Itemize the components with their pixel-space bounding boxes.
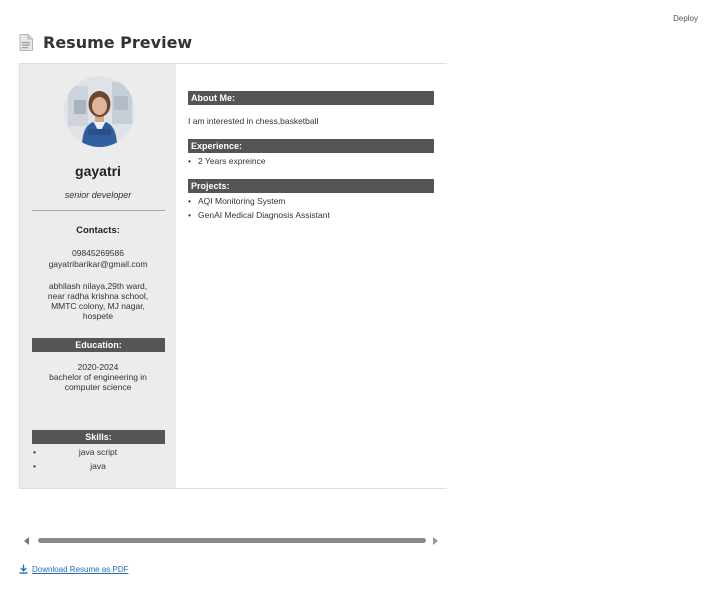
scroll-left-arrow-icon[interactable] <box>24 537 29 545</box>
download-icon <box>19 564 28 574</box>
skill-label: java <box>90 461 106 471</box>
page-title: Resume Preview <box>43 33 193 52</box>
contact-address-line: near radha krishna school, <box>47 291 149 301</box>
bullet: • <box>188 156 191 166</box>
project-label: AQI Monitoring System <box>198 196 286 206</box>
project-item: • AQI Monitoring System <box>188 196 285 206</box>
education-degree-line: bachelor of engineering in <box>49 372 147 382</box>
skill-label: java script <box>78 447 118 457</box>
page-header: Resume Preview <box>19 33 192 52</box>
resume-role: senior developer <box>64 190 132 200</box>
education-years: 2020-2024 <box>77 362 119 372</box>
horizontal-scrollbar[interactable] <box>20 536 440 546</box>
document-icon <box>19 34 33 51</box>
skill-item: • java <box>20 461 176 472</box>
resume-frame[interactable]: gayatri senior developer Contacts: 09845… <box>19 63 447 489</box>
resume-sidebar: gayatri senior developer Contacts: 09845… <box>20 64 176 488</box>
scrollbar-thumb[interactable] <box>38 538 426 543</box>
project-item: • GenAI Medical Diagnosis Assistant <box>188 210 330 220</box>
contact-phone: 09845269586 <box>71 248 124 258</box>
skill-item: • java script <box>20 447 176 458</box>
contacts-heading: Contacts: <box>76 225 120 236</box>
skills-heading: Skills: <box>32 430 165 444</box>
education-heading: Education: <box>32 338 165 352</box>
project-label: GenAI Medical Diagnosis Assistant <box>198 210 330 220</box>
experience-heading: Experience: <box>188 139 434 153</box>
download-resume-label[interactable]: Download Resume as PDF <box>32 565 128 574</box>
bullet: • <box>188 196 191 206</box>
about-heading: About Me: <box>188 91 434 105</box>
contact-email: gayatribarikar@gmail.com <box>48 259 148 269</box>
avatar <box>64 76 135 147</box>
resume-name: gayatri <box>75 163 121 179</box>
deploy-button[interactable]: Deploy <box>673 14 698 23</box>
sidebar-divider <box>32 210 165 211</box>
scroll-right-arrow-icon[interactable] <box>433 537 438 545</box>
experience-item: • 2 Years expreince <box>188 156 266 166</box>
contact-address-line: MMTC colony, MJ nagar, <box>51 301 145 311</box>
contact-address-line: abhilash nilaya,29th ward, <box>48 281 148 291</box>
education-degree-line: computer science <box>64 382 132 392</box>
experience-label: 2 Years expreince <box>198 156 266 166</box>
bullet: • <box>188 210 191 220</box>
resume-main: About Me: I am interested in chess,baske… <box>176 64 447 488</box>
download-resume-link[interactable]: Download Resume as PDF <box>19 564 128 574</box>
projects-heading: Projects: <box>188 179 434 193</box>
about-text: I am interested in chess,basketball <box>188 116 319 126</box>
contact-address-line: hospete <box>82 311 114 321</box>
